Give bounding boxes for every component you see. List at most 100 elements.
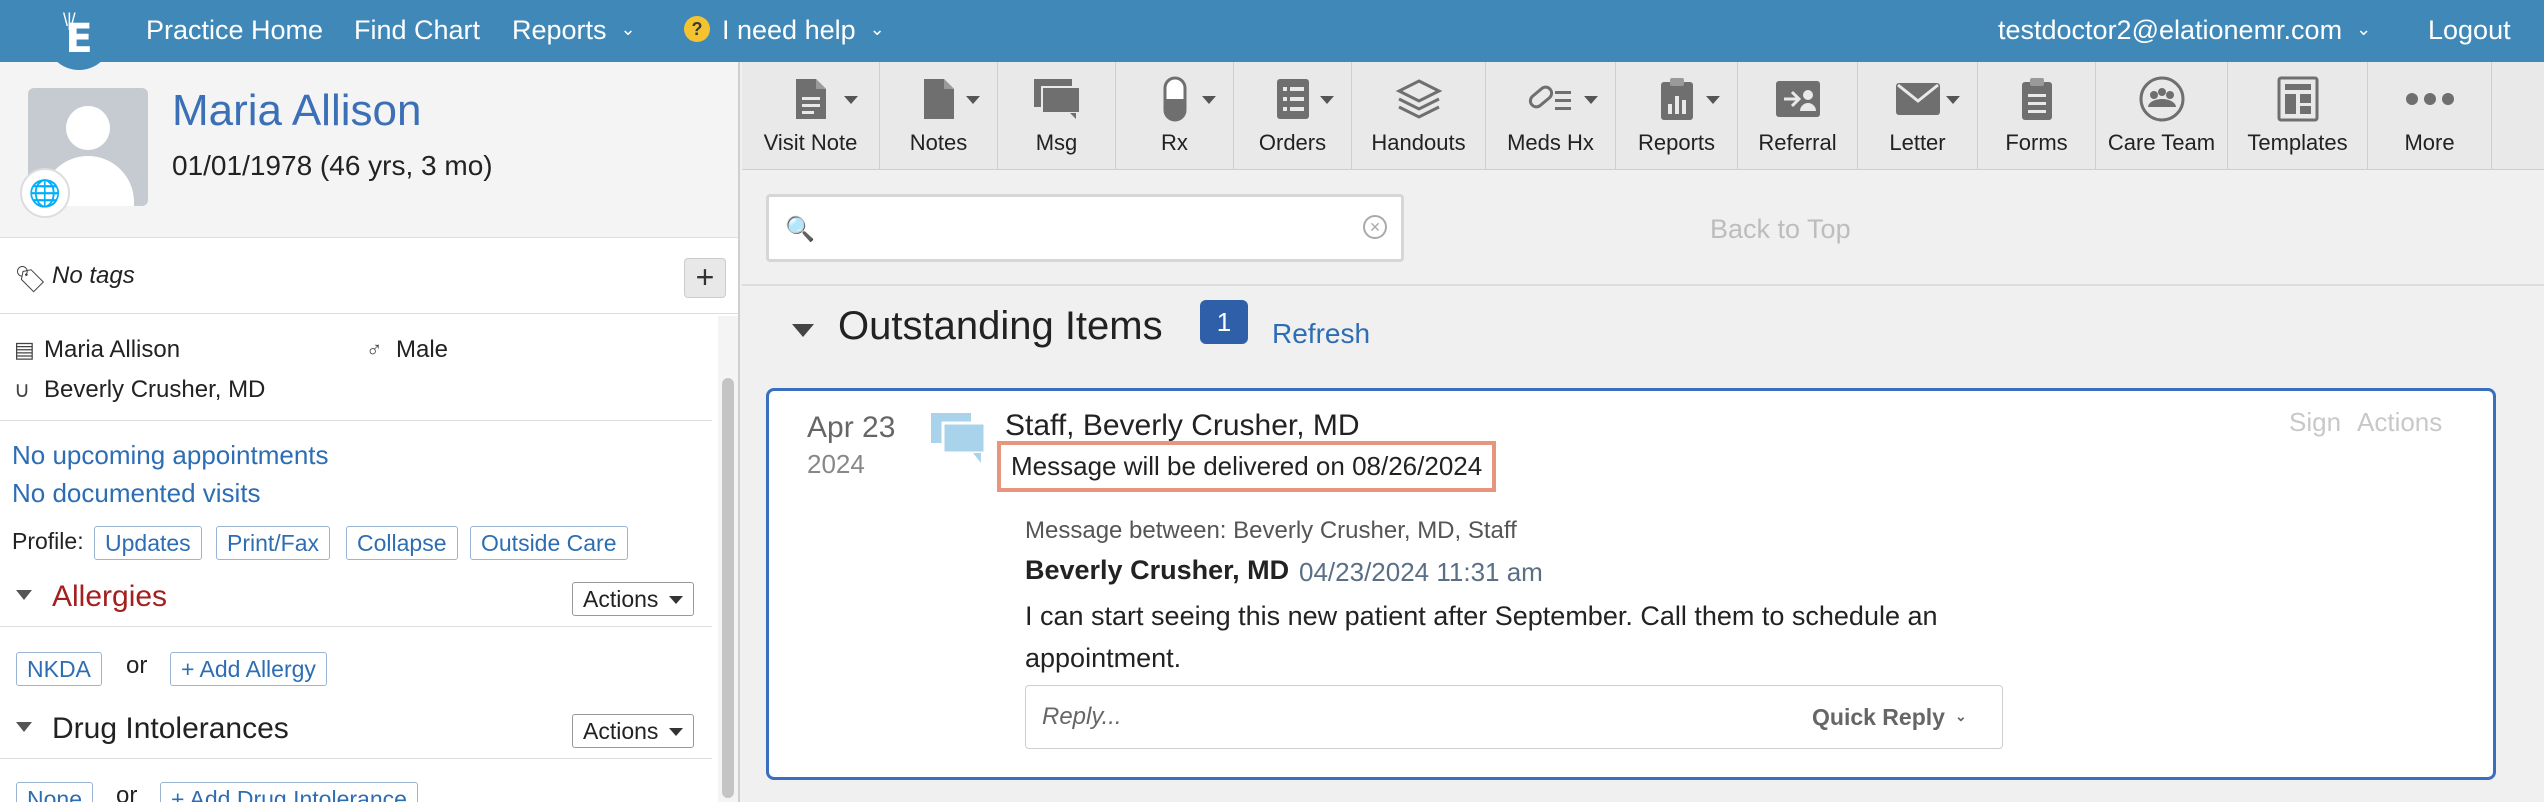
- toolbar-reports[interactable]: Reports: [1616, 62, 1738, 170]
- add-allergy-button[interactable]: + Add Allergy: [170, 652, 327, 686]
- profile-updates-button[interactable]: Updates: [94, 526, 202, 560]
- quick-reply-button[interactable]: Quick Reply ⌄: [1812, 704, 1967, 731]
- search-icon: 🔍: [785, 216, 815, 243]
- toolbar-rx-label: Rx: [1161, 130, 1188, 155]
- allergies-header: Allergies Actions: [0, 570, 712, 626]
- clear-icon[interactable]: ✕: [1363, 215, 1387, 239]
- chevron-down-icon: ⌄: [2356, 18, 2372, 39]
- reply-box[interactable]: Quick Reply ⌄: [1025, 685, 2003, 749]
- patient-dob: 01/01/1978 (46 yrs, 3 mo): [172, 150, 493, 181]
- delivery-notice: Message will be delivered on 08/26/2024: [997, 441, 1497, 492]
- message-participants: Message between: Beverly Crusher, MD, St…: [1025, 517, 1517, 544]
- collapse-triangle-icon[interactable]: [16, 722, 32, 732]
- elation-logo-icon[interactable]: \|/ E: [46, 0, 112, 70]
- toolbar-more-label: More: [2404, 130, 2455, 155]
- layers-icon: [1352, 74, 1485, 124]
- upcoming-appointments-link[interactable]: No upcoming appointments: [12, 440, 329, 471]
- nav-reports-label: Reports: [512, 15, 607, 45]
- patient-provider: Beverly Crusher, MD: [44, 376, 266, 403]
- nav-practice-home[interactable]: Practice Home: [146, 0, 323, 62]
- patient-display-name: Maria Allison: [44, 336, 181, 363]
- profile-print-fax-button[interactable]: Print/Fax: [216, 526, 331, 560]
- toolbar-msg-label: Msg: [1035, 130, 1078, 155]
- toolbar-letter[interactable]: Letter: [1858, 62, 1978, 170]
- toolbar-letter-label: Letter: [1889, 130, 1946, 155]
- divider: [742, 284, 2544, 286]
- stethoscope-icon: ∪: [14, 377, 31, 402]
- toolbar-templates[interactable]: Templates: [2228, 62, 2368, 170]
- message-timestamp: 04/23/2024 11:31 am: [1299, 557, 1543, 587]
- toolbar-orders[interactable]: Orders: [1234, 62, 1352, 170]
- message-body: I can start seeing this new patient afte…: [1025, 601, 1938, 673]
- help-icon: ?: [684, 15, 710, 42]
- sidebar-scrollbar[interactable]: [718, 316, 738, 802]
- drug-intolerances-title: Drug Intolerances: [52, 712, 289, 745]
- divider: [0, 420, 712, 421]
- clipboard-icon: [1978, 74, 2095, 124]
- nav-logout[interactable]: Logout: [2428, 0, 2511, 62]
- chevron-down-icon: [1706, 96, 1720, 104]
- message-author: Beverly Crusher, MD: [1025, 555, 1290, 585]
- chevron-down-icon: ⌄: [869, 18, 885, 39]
- chart-search-input[interactable]: [821, 207, 1341, 249]
- documented-visits-link[interactable]: No documented visits: [12, 478, 261, 509]
- drug-intolerances-header: Drug Intolerances Actions: [0, 702, 712, 758]
- chevron-down-icon: [1584, 96, 1598, 104]
- add-drug-intolerance-button[interactable]: + Add Drug Intolerance: [160, 782, 418, 802]
- toolbar-referral[interactable]: Referral: [1738, 62, 1858, 170]
- toolbar-notes[interactable]: Notes: [880, 62, 998, 170]
- chevron-down-icon: ⌄: [620, 18, 636, 39]
- outstanding-count-badge: 1: [1200, 300, 1248, 344]
- patient-header: 🌐 Maria Allison 01/01/1978 (46 yrs, 3 mo…: [0, 62, 738, 238]
- reply-input[interactable]: [1042, 698, 1682, 736]
- toolbar-notes-label: Notes: [909, 130, 968, 155]
- add-tag-button[interactable]: +: [684, 258, 726, 298]
- globe-icon[interactable]: 🌐: [20, 168, 70, 218]
- item-actions-link[interactable]: Actions: [2357, 407, 2442, 438]
- nav-help[interactable]: ? I need help ⌄: [684, 0, 885, 62]
- more-dots-icon: [2368, 74, 2491, 124]
- divider: [0, 758, 712, 759]
- back-to-top-link[interactable]: Back to Top: [1710, 214, 1851, 245]
- chart-search[interactable]: 🔍 ✕: [766, 194, 1404, 262]
- care-team-icon: [2096, 74, 2227, 124]
- patient-name[interactable]: Maria Allison: [172, 86, 421, 136]
- tag-icon: 🏷: [14, 264, 48, 294]
- allergies-actions-button[interactable]: Actions: [572, 582, 694, 616]
- toolbar-meds-hx[interactable]: Meds Hx: [1486, 62, 1616, 170]
- nav-find-chart[interactable]: Find Chart: [354, 0, 480, 62]
- refresh-link[interactable]: Refresh: [1272, 318, 1370, 350]
- chevron-down-icon: [1202, 96, 1216, 104]
- collapse-triangle-icon[interactable]: [16, 590, 32, 600]
- toolbar-care-team[interactable]: Care Team: [2096, 62, 2228, 170]
- intolerances-actions-button[interactable]: Actions: [572, 714, 694, 748]
- message-icon: [929, 409, 989, 469]
- collapse-triangle-icon[interactable]: [792, 324, 814, 337]
- outstanding-item-card[interactable]: Apr 23 2024 Staff, Beverly Crusher, MD M…: [766, 388, 2496, 780]
- chevron-down-icon: [669, 596, 683, 604]
- profile-collapse-button[interactable]: Collapse: [346, 526, 458, 560]
- toolbar-msg[interactable]: Msg: [998, 62, 1116, 170]
- sidebar-scroll-thumb[interactable]: [722, 378, 734, 798]
- toolbar-rx[interactable]: Rx: [1116, 62, 1234, 170]
- chevron-down-icon: [669, 728, 683, 736]
- nav-help-label: I need help: [722, 15, 856, 45]
- toolbar-handouts-label: Handouts: [1371, 130, 1466, 155]
- sign-link[interactable]: Sign: [2289, 407, 2341, 438]
- toolbar-forms[interactable]: Forms: [1978, 62, 2096, 170]
- none-intolerance-button[interactable]: None: [16, 782, 93, 802]
- nav-user-menu[interactable]: testdoctor2@elationemr.com ⌄: [1998, 0, 2371, 62]
- nkda-button[interactable]: NKDA: [16, 652, 102, 686]
- toolbar-handouts[interactable]: Handouts: [1352, 62, 1486, 170]
- patient-display-name-row: ▤ Maria Allison: [14, 336, 180, 364]
- item-year: 2024: [807, 449, 865, 479]
- item-date: Apr 23: [807, 411, 896, 444]
- item-from: Staff, Beverly Crusher, MD: [1005, 409, 1360, 442]
- nav-reports[interactable]: Reports ⌄: [512, 0, 636, 62]
- toolbar-more[interactable]: More: [2368, 62, 2492, 170]
- templates-icon: [2228, 74, 2367, 124]
- profile-outside-care-button[interactable]: Outside Care: [470, 526, 628, 560]
- toolbar-visit-note[interactable]: Visit Note: [742, 62, 880, 170]
- chevron-down-icon: [1946, 96, 1960, 104]
- top-nav: \|/ E Practice Home Find Chart Reports ⌄ …: [0, 0, 2544, 70]
